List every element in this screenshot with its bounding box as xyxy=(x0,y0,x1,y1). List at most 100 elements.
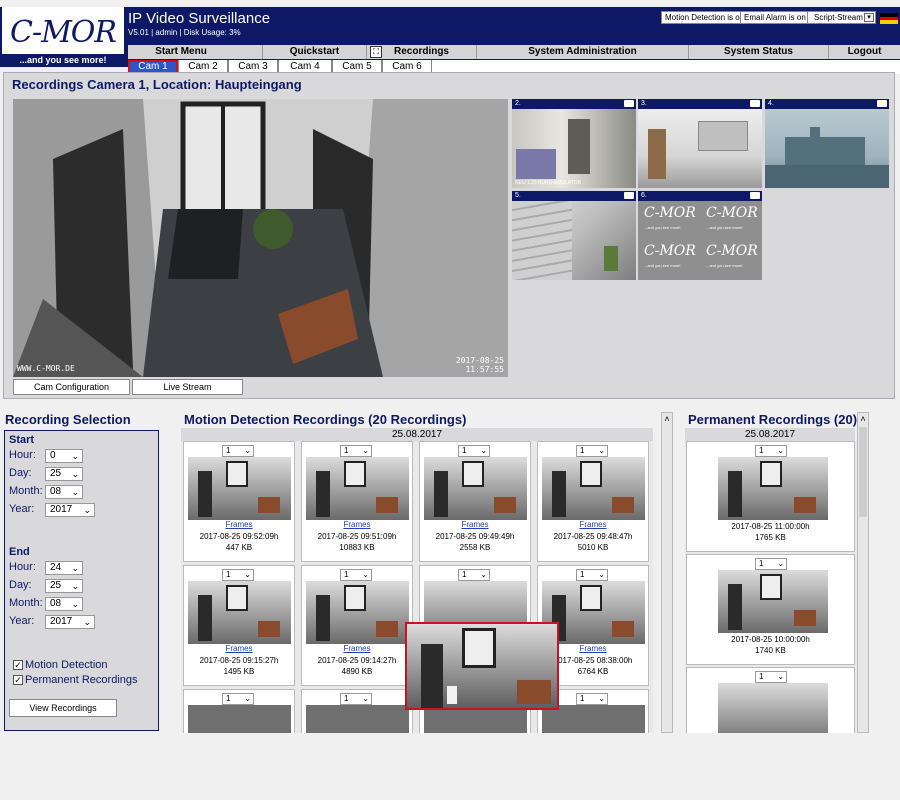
email-alarm-status-button[interactable]: Email Alarm is on xyxy=(740,11,810,24)
end-day-select[interactable]: 25 ⌄ xyxy=(45,579,83,593)
recording-thumbnail[interactable]: 1 ⌄ Frames 2017-08-25 09:51:09h 10883 KB xyxy=(301,441,413,562)
recording-hover-preview[interactable] xyxy=(405,622,559,710)
recording-image xyxy=(424,457,527,520)
menu-system-administration[interactable]: System Administration xyxy=(476,45,688,59)
placeholder-logo: C-MOR xyxy=(644,205,696,221)
recording-thumbnail[interactable]: 1⌄ xyxy=(301,689,413,733)
camera-icon xyxy=(750,100,760,107)
frame-select[interactable]: 1⌄ xyxy=(222,693,254,705)
motion-detection-checkbox[interactable]: ✓ xyxy=(13,660,23,670)
permanent-recording-thumbnail[interactable]: 1 ⌄ xyxy=(686,667,855,733)
recording-image xyxy=(542,457,645,520)
cam-configuration-button[interactable]: Cam Configuration xyxy=(13,379,130,395)
chevron-down-icon: ⌄ xyxy=(598,446,605,455)
start-month-value: 08 xyxy=(50,486,62,497)
camera-1-scene xyxy=(13,99,508,377)
recording-thumbnail[interactable]: 1 ⌄ Frames 2017-08-25 09:15:27h 1495 KB xyxy=(183,565,295,686)
chevron-down-icon: ⌄ xyxy=(83,617,91,627)
camera-6-thumbnail[interactable]: 6. C-MOR C-MOR C-MOR C-MOR ...and you se… xyxy=(638,191,762,280)
frame-select[interactable]: 1⌄ xyxy=(755,671,787,683)
recording-datetime: 2017-08-25 11:00:00h xyxy=(731,522,810,531)
chevron-down-icon: ⌄ xyxy=(777,672,784,681)
frame-select[interactable]: 1⌄ xyxy=(340,693,372,705)
frame-select[interactable]: 1⌄ xyxy=(755,445,787,457)
thumbnail-header: 6. xyxy=(638,191,762,201)
scroll-up-icon[interactable]: ˄ xyxy=(662,413,672,425)
frame-select[interactable]: 1⌄ xyxy=(755,558,787,570)
recording-image xyxy=(188,705,291,733)
chevron-down-icon: ⌄ xyxy=(362,570,369,579)
frame-select[interactable]: 1⌄ xyxy=(576,693,608,705)
frame-select[interactable]: 1⌄ xyxy=(222,445,254,457)
end-hour-select[interactable]: 24 ⌄ xyxy=(45,561,83,575)
chevron-down-icon: ⌄ xyxy=(777,559,784,568)
menu-quickstart[interactable]: Quickstart xyxy=(262,45,366,59)
placeholder-logo: C-MOR xyxy=(644,243,696,259)
recording-thumbnail[interactable]: 1 ⌄ Frames 2017-08-25 09:14:27h 4890 KB xyxy=(301,565,413,686)
recording-datetime: 2017-08-25 09:49:49h xyxy=(435,532,515,541)
placeholder-logo: C-MOR xyxy=(706,243,758,259)
frame-select-value: 1 xyxy=(462,570,467,579)
menu-recordings[interactable]: Recordings xyxy=(366,45,476,59)
frame-select[interactable]: 1⌄ xyxy=(576,569,608,581)
permanent-recordings-checkbox[interactable]: ✓ xyxy=(13,675,23,685)
frames-link[interactable]: Frames xyxy=(184,644,294,653)
live-stream-button[interactable]: Live Stream xyxy=(132,379,243,395)
camera-1-live-image[interactable]: WWW.C-MOR.DE 2017-08-25 11:57:55 xyxy=(13,99,508,377)
live-view-panel: Recordings Camera 1, Location: Haupteing… xyxy=(3,72,895,399)
recording-size: 1765 KB xyxy=(755,533,786,542)
recording-selection-title: Recording Selection xyxy=(5,412,131,427)
stream-type-select[interactable]: Script-Stream ▾ xyxy=(807,11,876,24)
frame-select[interactable]: 1⌄ xyxy=(222,569,254,581)
frame-select-value: 1 xyxy=(759,559,764,568)
permanent-recordings-scrollbar[interactable]: ˄ xyxy=(857,412,869,733)
recording-size: 4890 KB xyxy=(341,667,373,676)
frame-select[interactable]: 1⌄ xyxy=(340,569,372,581)
chevron-down-icon: ⌄ xyxy=(362,694,369,703)
recording-thumbnail[interactable]: 1 ⌄ Frames 2017-08-25 09:48:47h 5010 KB xyxy=(537,441,649,562)
start-day-select[interactable]: 25 ⌄ xyxy=(45,467,83,481)
chevron-down-icon: ⌄ xyxy=(71,581,79,591)
frame-select-value: 1 xyxy=(344,446,349,455)
frame-select[interactable]: 1⌄ xyxy=(458,569,490,581)
frame-select[interactable]: 1⌄ xyxy=(458,445,490,457)
frames-link[interactable]: Frames xyxy=(302,644,412,653)
camera-2-thumbnail[interactable]: 2. NEU 1.23 BÜRO EMULATOR xyxy=(512,99,636,188)
end-year-value: 2017 xyxy=(50,616,73,627)
start-hour-select[interactable]: 0 ⌄ xyxy=(45,449,83,463)
start-year-select[interactable]: 2017 ⌄ xyxy=(45,503,95,517)
camera-5-thumbnail[interactable]: 5. xyxy=(512,191,636,280)
german-flag-icon[interactable] xyxy=(880,13,898,24)
permanent-recording-thumbnail[interactable]: 1 ⌄ 2017-08-25 10:00:00h 1740 KB xyxy=(686,554,855,665)
frames-link[interactable]: Frames xyxy=(420,520,530,529)
permanent-recording-thumbnail[interactable]: 1 ⌄ 2017-08-25 11:00:00h 1765 KB xyxy=(686,441,855,552)
end-year-select[interactable]: 2017 ⌄ xyxy=(45,615,95,629)
frames-link[interactable]: Frames xyxy=(538,520,648,529)
camera-4-thumbnail[interactable]: 4. xyxy=(765,99,889,188)
motion-recordings-scrollbar[interactable]: ˄ xyxy=(661,412,673,733)
recording-datetime: 2017-08-25 09:48:47h xyxy=(553,532,633,541)
frame-select[interactable]: 1⌄ xyxy=(340,445,372,457)
recording-thumbnail[interactable]: 1 ⌄ Frames 2017-08-25 09:52:09h 447 KB xyxy=(183,441,295,562)
menu-start[interactable]: Start Menu xyxy=(128,45,234,59)
frames-link[interactable]: Frames xyxy=(302,520,412,529)
menu-system-status[interactable]: System Status xyxy=(688,45,828,59)
menu-logout[interactable]: Logout xyxy=(828,45,900,59)
cmor-logo[interactable]: C-MOR ...and you see more! xyxy=(2,7,124,67)
motion-detection-status-button[interactable]: Motion Detection is on xyxy=(661,11,749,24)
start-month-select[interactable]: 08 ⌄ xyxy=(45,485,83,499)
chevron-down-icon: ⌄ xyxy=(244,446,251,455)
view-recordings-button[interactable]: View Recordings xyxy=(9,699,117,717)
recording-thumbnail[interactable]: 1⌄ xyxy=(183,689,295,733)
camera-3-thumbnail[interactable]: 3. xyxy=(638,99,762,188)
end-month-select[interactable]: 08 ⌄ xyxy=(45,597,83,611)
frame-select[interactable]: 1⌄ xyxy=(576,445,608,457)
recording-thumbnail[interactable]: 1 ⌄ Frames 2017-08-25 09:49:49h 2558 KB xyxy=(419,441,531,562)
end-month-label: Month: xyxy=(9,597,43,609)
app-subtitle: V5.01 | admin | Disk Usage: 3% xyxy=(128,28,241,37)
scroll-up-icon[interactable]: ˄ xyxy=(858,413,868,425)
scrollbar-thumb[interactable] xyxy=(859,427,867,517)
start-hour-value: 0 xyxy=(50,450,56,461)
frames-link[interactable]: Frames xyxy=(184,520,294,529)
thumbnail-header: 2. xyxy=(512,99,636,109)
